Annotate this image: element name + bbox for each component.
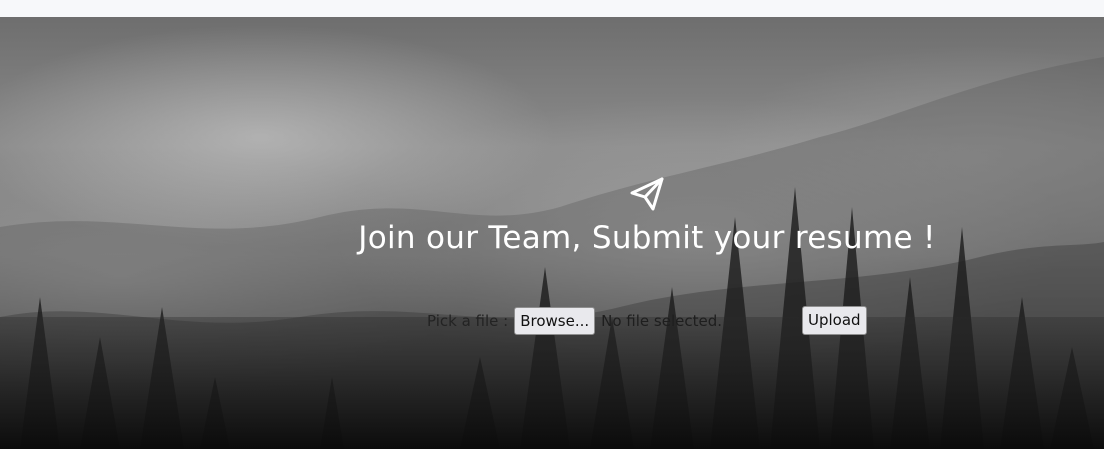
- file-picker: Pick a file : Browse... No file selected…: [427, 306, 722, 336]
- top-navbar: [0, 0, 1104, 17]
- paper-plane-icon: [629, 176, 665, 212]
- upload-button[interactable]: Upload: [802, 306, 867, 335]
- file-status-text: No file selected.: [601, 312, 723, 330]
- browse-button[interactable]: Browse...: [514, 307, 596, 335]
- page-title: Join our Team, Submit your resume !: [358, 220, 936, 256]
- hero-banner: Join our Team, Submit your resume ! Pick…: [0, 17, 1104, 449]
- pick-file-label: Pick a file :: [427, 312, 509, 330]
